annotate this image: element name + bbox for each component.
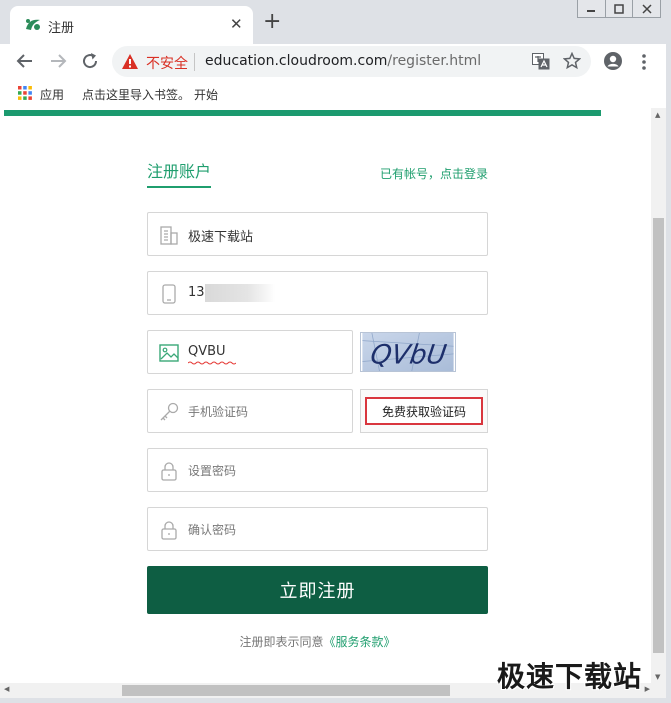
phone-icon	[162, 284, 176, 304]
terms-agreement: 注册即表示同意《服务条款》	[147, 633, 488, 650]
password-placeholder: 设置密码	[188, 464, 237, 478]
security-status[interactable]: 不安全	[146, 53, 188, 73]
sms-code-placeholder: 手机验证码	[188, 405, 249, 419]
apps-grid-icon[interactable]	[18, 86, 32, 100]
url-text[interactable]: education.cloudroom.com/register.html	[205, 53, 481, 69]
warning-icon	[122, 54, 138, 69]
minimize-icon[interactable]	[578, 0, 605, 17]
image-icon	[159, 344, 179, 362]
title-bar: 注册 ✕ +	[0, 0, 671, 44]
company-name-input[interactable]: 极速下载站	[147, 212, 488, 256]
agreement-prefix: 注册即表示同意	[239, 635, 324, 649]
confirm-password-input[interactable]: 确认密码	[147, 507, 488, 551]
maximize-icon[interactable]	[604, 0, 633, 17]
new-tab-button[interactable]: +	[263, 11, 281, 33]
lock-icon	[161, 462, 177, 481]
redacted-phone-mask	[205, 284, 275, 302]
vertical-scrollbar[interactable]: ▲ ▼	[651, 108, 666, 683]
window-frame-right	[666, 44, 671, 703]
vertical-scroll-thumb[interactable]	[653, 218, 664, 653]
captcha-input[interactable]: QVBU	[147, 330, 353, 374]
register-account-tab[interactable]: 注册账户	[147, 163, 212, 188]
page-viewport: 注册账户 已有帐号，点击登录 极速下载站 13 QVBU QVbU 手机验证码 …	[0, 108, 651, 683]
bookmark-star-icon[interactable]	[563, 52, 581, 70]
building-icon	[160, 226, 178, 245]
spellcheck-underline	[188, 361, 236, 365]
bookmark-start-link[interactable]: 开始	[194, 86, 218, 103]
omnibox-divider	[194, 53, 195, 71]
horizontal-scroll-thumb[interactable]	[122, 685, 450, 696]
scroll-right-icon[interactable]: ▶	[645, 685, 650, 693]
browser-toolbar: 不安全 education.cloudroom.com/register.htm…	[0, 44, 671, 78]
window-controls	[577, 0, 661, 18]
url-host: education.cloudroom.com	[205, 53, 388, 69]
terms-of-service-link[interactable]: 《服务条款》	[324, 635, 396, 649]
scroll-down-icon[interactable]: ▼	[655, 673, 660, 681]
password-input[interactable]: 设置密码	[147, 448, 488, 492]
translate-icon[interactable]	[532, 53, 550, 70]
tab-register[interactable]: 注册 ✕	[10, 6, 253, 44]
phone-value: 13	[188, 285, 205, 300]
window-frame-bottom	[0, 698, 671, 703]
tab-title: 注册	[48, 21, 75, 36]
more-menu-icon[interactable]	[639, 52, 649, 72]
bookmark-import-hint: 点击这里导入书签。	[82, 88, 191, 102]
phone-input[interactable]: 13	[147, 271, 488, 315]
captcha-image[interactable]: QVbU	[360, 332, 456, 372]
login-link[interactable]: 已有帐号，点击登录	[380, 165, 488, 182]
lock-icon	[161, 521, 177, 540]
address-bar[interactable]: 不安全 education.cloudroom.com/register.htm…	[112, 46, 591, 77]
sms-code-input[interactable]: 手机验证码	[147, 389, 353, 433]
account-icon[interactable]	[603, 51, 623, 71]
site-watermark: 极速下载站	[497, 660, 643, 693]
company-name-value: 极速下载站	[188, 230, 254, 245]
reload-icon[interactable]	[80, 51, 100, 71]
get-sms-code-button[interactable]: 免费获取验证码	[360, 389, 488, 433]
get-sms-code-label: 免费获取验证码	[365, 397, 483, 425]
close-tab-icon[interactable]: ✕	[230, 15, 243, 33]
key-icon	[160, 402, 179, 421]
url-path: /register.html	[387, 53, 482, 69]
bookmarks-bar: 应用 点击这里导入书签。 开始	[0, 78, 671, 108]
register-submit-button[interactable]: 立即注册	[147, 566, 488, 614]
scroll-up-icon[interactable]: ▲	[655, 111, 660, 119]
confirm-password-placeholder: 确认密码	[188, 523, 237, 537]
bookmark-apps[interactable]: 应用	[40, 86, 64, 103]
scroll-left-icon[interactable]: ◀	[4, 685, 9, 693]
forward-icon[interactable]	[48, 51, 68, 71]
close-window-icon[interactable]	[632, 0, 660, 17]
back-icon[interactable]	[15, 51, 35, 71]
captcha-image-text: QVbU	[369, 340, 449, 371]
site-logo-icon	[26, 19, 40, 30]
top-accent-bar	[4, 110, 601, 116]
captcha-value: QVBU	[188, 344, 226, 359]
